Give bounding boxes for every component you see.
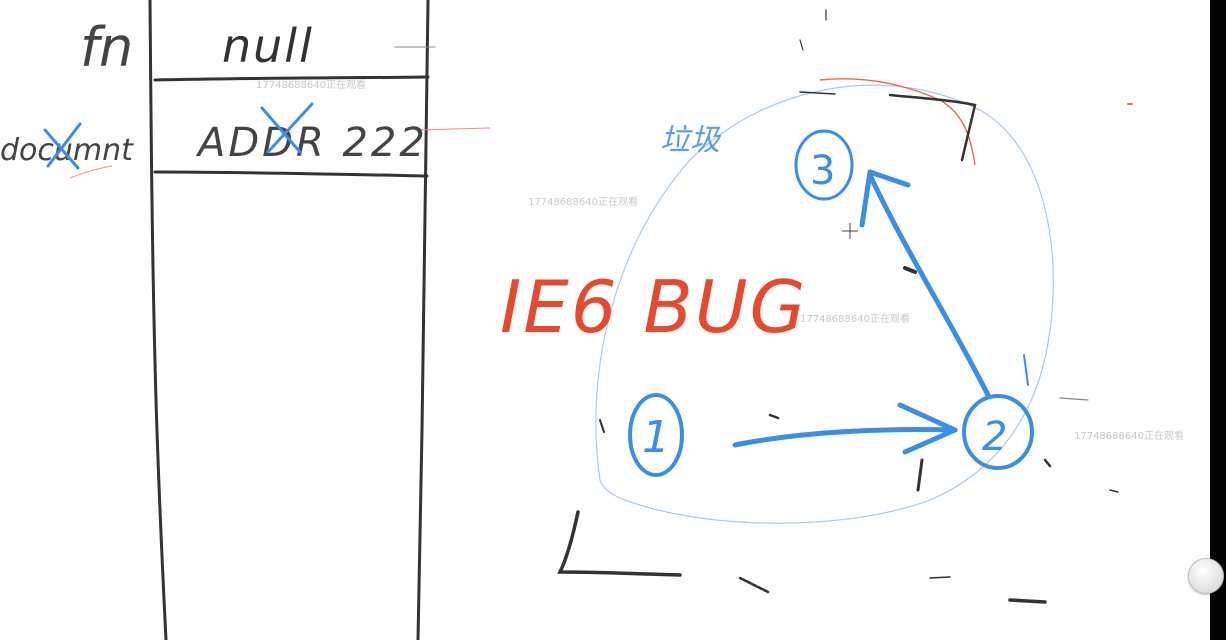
watermark-4: 17748688640正在观看 [1074, 429, 1184, 442]
table-left-border [148, 0, 168, 640]
node-1: 1 [628, 393, 684, 477]
row-label-document-text: documnt [0, 133, 134, 168]
table-right-border [416, 0, 430, 640]
node-3: 3 [794, 129, 854, 201]
cell-null: null [222, 19, 314, 73]
whiteboard-canvas[interactable]: fn documnt null ADDR 222 3 1 2 垃圾 IE6 BU… [0, 0, 1210, 640]
black-l-mark [557, 510, 682, 577]
node-2-label: 2 [982, 414, 1007, 460]
cell-addr-text: ADDR 222 [195, 120, 428, 166]
garbage-note: 垃圾 [660, 123, 722, 158]
cell-addr: ADDR 222 [195, 102, 428, 166]
red-scribble [819, 78, 976, 166]
node-3-label: 3 [810, 148, 835, 194]
node-1-label: 1 [642, 412, 670, 463]
table-row-divider-2 [153, 170, 429, 178]
watermark-2: 17748688640正在观看 [528, 195, 638, 208]
arrow-2-to-3 [859, 169, 991, 398]
watermark-1: 17748688640正在观看 [256, 78, 366, 91]
cursor-crosshair-icon [842, 223, 858, 239]
row-label-document: documnt [0, 122, 134, 179]
whiteboard-drawing: fn documnt null ADDR 222 3 1 2 垃圾 IE6 BU… [0, 0, 1184, 640]
window-edge [1210, 0, 1226, 640]
arrow-1-to-2 [732, 402, 958, 455]
memory-table [148, 0, 491, 640]
floating-scroll-handle[interactable] [1188, 558, 1224, 594]
row-label-fn: fn [80, 16, 133, 79]
black-arc-top [888, 93, 977, 162]
ie6-bug-label: IE6 BUG [500, 265, 807, 349]
node-2: 2 [962, 394, 1034, 470]
watermark-3: 17748688640正在观看 [800, 312, 910, 325]
